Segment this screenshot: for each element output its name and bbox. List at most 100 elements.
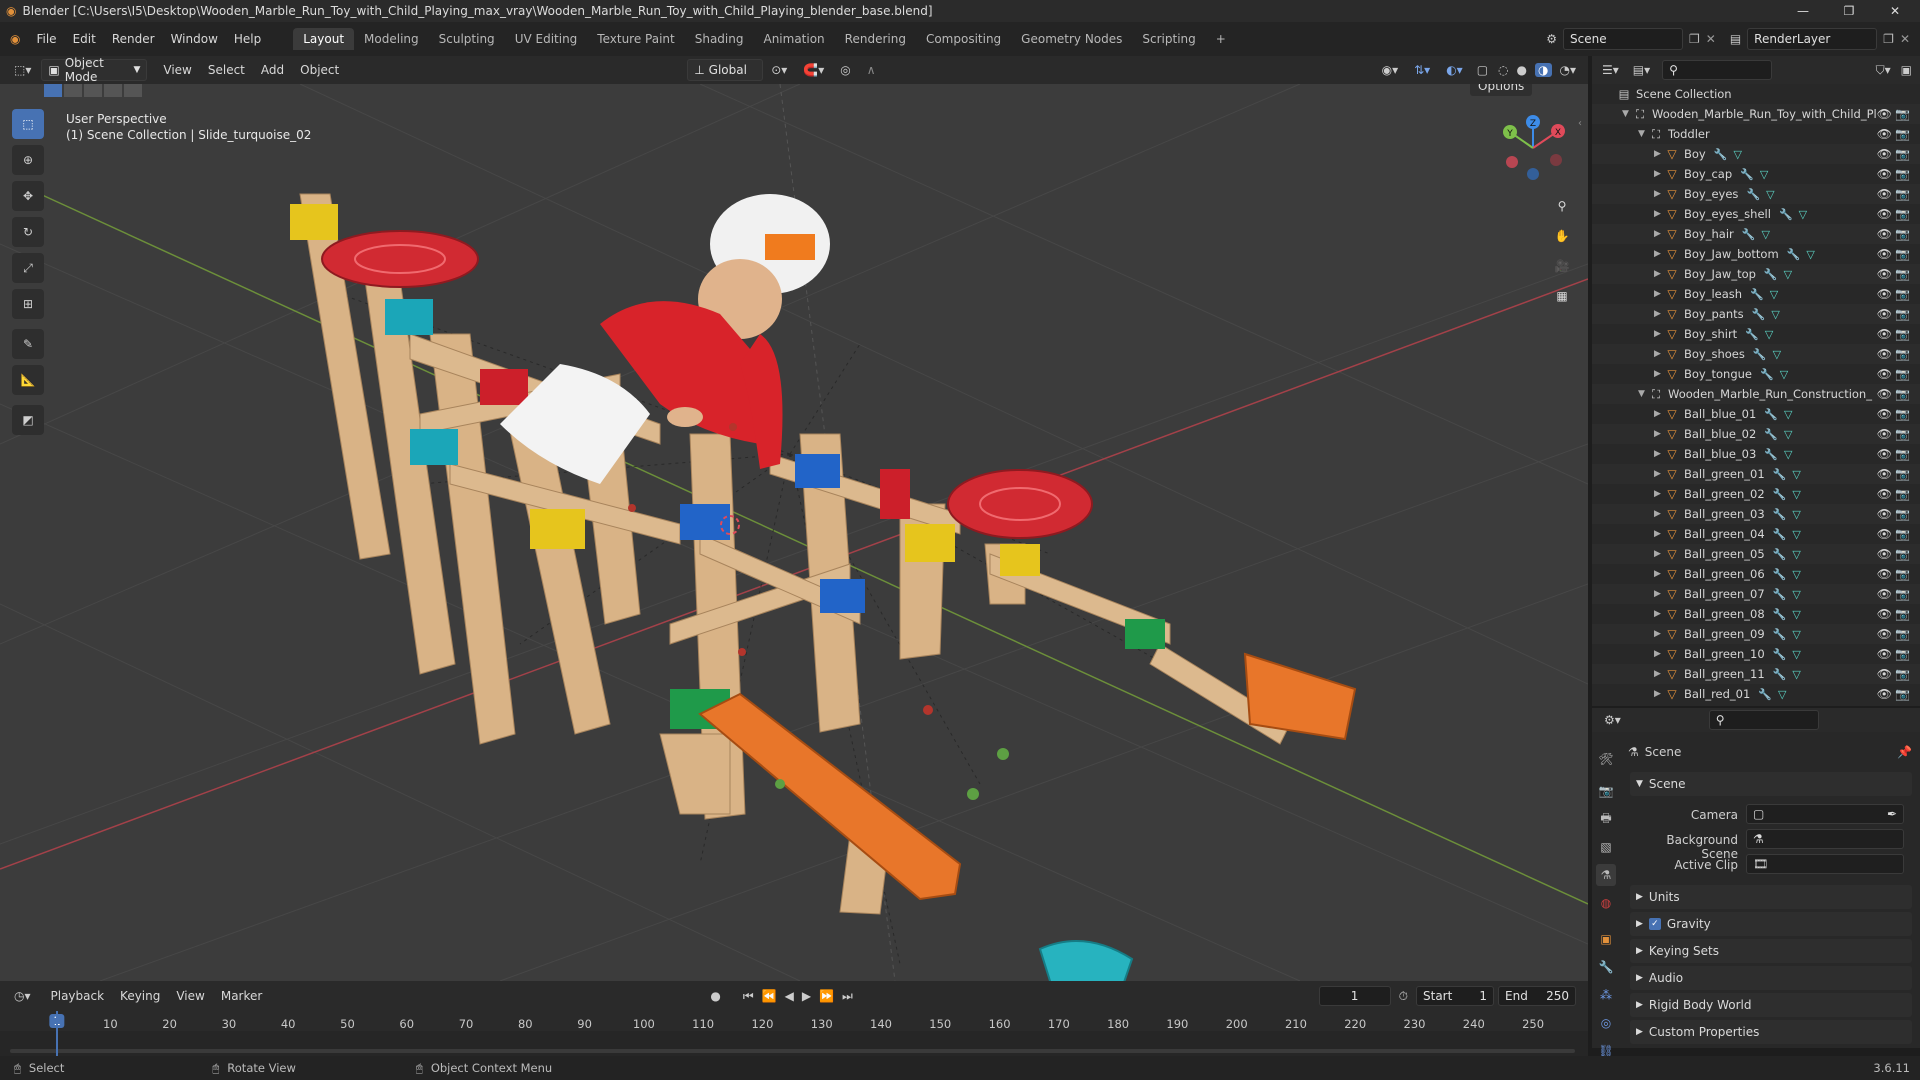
outliner-object-row[interactable]: ▶ ▽ Ball_green_09 🔧 ▽ 👁 📷 xyxy=(1592,624,1920,644)
menu-window[interactable]: Window xyxy=(163,29,226,49)
mesh-data-icon[interactable]: ▽ xyxy=(1792,568,1800,581)
outliner-object-row[interactable]: ▶ ▽ Ball_green_07 🔧 ▽ 👁 📷 xyxy=(1592,584,1920,604)
next-keyframe-icon[interactable]: ⏩ xyxy=(819,989,834,1003)
expand-right-icon[interactable]: ▶ xyxy=(1654,589,1664,599)
menu-file[interactable]: File xyxy=(28,29,64,49)
render-camera-icon[interactable]: 📷 xyxy=(1895,627,1910,641)
outliner-object-row[interactable]: ▶ ▽ Boy_shirt 🔧 ▽ 👁 📷 xyxy=(1592,324,1920,344)
mesh-data-icon[interactable]: ▽ xyxy=(1792,648,1800,661)
stopwatch-icon[interactable]: ⏱ xyxy=(1399,989,1408,1004)
select-intersect-icon[interactable] xyxy=(124,84,142,97)
visibility-eye-icon[interactable]: 👁 xyxy=(1877,247,1892,261)
modifier-wrench-icon[interactable]: 🔧 xyxy=(1764,428,1778,441)
material-shading-icon[interactable]: ◑ xyxy=(1535,63,1552,77)
render-camera-icon[interactable]: 📷 xyxy=(1895,587,1910,601)
rotate-tool[interactable]: ↻ xyxy=(12,217,44,247)
delete-layer-icon[interactable]: ✕ xyxy=(1900,32,1910,46)
keying-sets-section[interactable]: ▶ Keying Sets xyxy=(1630,939,1912,963)
new-scene-icon[interactable]: ❐ xyxy=(1689,32,1700,46)
mesh-data-icon[interactable]: ▽ xyxy=(1771,308,1779,321)
modifier-wrench-icon[interactable]: 🔧 xyxy=(1773,628,1787,641)
expand-right-icon[interactable]: ▶ xyxy=(1654,509,1664,519)
mesh-data-icon[interactable]: ▽ xyxy=(1778,688,1786,701)
pan-hand-icon[interactable]: ✋ xyxy=(1548,222,1576,250)
expand-right-icon[interactable]: ▶ xyxy=(1654,649,1664,659)
outliner-object-row[interactable]: ▶ ▽ Boy 🔧 ▽ 👁 📷 xyxy=(1592,144,1920,164)
visibility-eye-icon[interactable]: 👁 xyxy=(1877,627,1892,641)
modifier-wrench-icon[interactable]: 🔧 xyxy=(1773,488,1787,501)
visibility-eye-icon[interactable]: 👁 xyxy=(1877,407,1892,421)
gravity-checkbox[interactable]: ✓ xyxy=(1648,918,1661,930)
expand-right-icon[interactable]: ▶ xyxy=(1654,569,1664,579)
timeline-editor-icon[interactable]: ◷▾ xyxy=(14,989,31,1003)
camera-view-icon[interactable]: 🎥 xyxy=(1548,252,1576,280)
active-clip-field[interactable]: 🎞 xyxy=(1746,854,1904,874)
expand-down-icon[interactable]: ▼ xyxy=(1638,129,1648,139)
vp-menu-object[interactable]: Object xyxy=(292,60,347,80)
snap-icon[interactable]: 🧲▾ xyxy=(803,63,824,77)
add-cube-tool[interactable]: ◩ xyxy=(12,405,44,435)
render-layer-icon[interactable]: ▤ xyxy=(1730,32,1741,46)
render-camera-icon[interactable]: 📷 xyxy=(1895,127,1910,141)
render-camera-icon[interactable]: 📷 xyxy=(1895,147,1910,161)
expand-down-icon[interactable]: ▼ xyxy=(1622,109,1632,119)
minimize-button[interactable]: — xyxy=(1780,0,1826,22)
render-camera-icon[interactable]: 📷 xyxy=(1895,267,1910,281)
outliner-object-row[interactable]: ▶ ▽ Boy_cap 🔧 ▽ 👁 📷 xyxy=(1592,164,1920,184)
expand-right-icon[interactable]: ▶ xyxy=(1654,309,1664,319)
xray-icon[interactable]: ▢ xyxy=(1477,63,1488,77)
visibility-eye-icon[interactable]: 👁 xyxy=(1877,667,1892,681)
frame-ruler[interactable]: 1102030405060708090100110120130140150160… xyxy=(0,1011,1588,1031)
modifier-wrench-icon[interactable]: 🔧 xyxy=(1745,328,1759,341)
modifier-wrench-icon[interactable]: 🔧 xyxy=(1773,468,1787,481)
outliner-collection-row[interactable]: ▼ ⛶ Toddler 👁 📷 xyxy=(1592,124,1920,144)
audio-section[interactable]: ▶ Audio xyxy=(1630,966,1912,990)
visibility-eye-icon[interactable]: 👁 xyxy=(1877,687,1892,701)
expand-right-icon[interactable]: ▶ xyxy=(1654,349,1664,359)
mesh-data-icon[interactable]: ▽ xyxy=(1784,268,1792,281)
modifier-wrench-icon[interactable]: 🔧 xyxy=(1773,508,1787,521)
mesh-data-icon[interactable]: ▽ xyxy=(1792,528,1800,541)
modifier-wrench-icon[interactable]: 🔧 xyxy=(1773,668,1787,681)
render-camera-icon[interactable]: 📷 xyxy=(1895,207,1910,221)
render-camera-icon[interactable]: 📷 xyxy=(1895,427,1910,441)
outliner-object-row[interactable]: ▶ ▽ Ball_green_04 🔧 ▽ 👁 📷 xyxy=(1592,524,1920,544)
expand-right-icon[interactable]: ▶ xyxy=(1654,609,1664,619)
visibility-eye-icon[interactable]: 👁 xyxy=(1877,527,1892,541)
render-camera-icon[interactable]: 📷 xyxy=(1895,407,1910,421)
tab-shading[interactable]: Shading xyxy=(685,28,754,50)
jump-end-icon[interactable]: ⏭ xyxy=(842,989,853,1004)
menu-edit[interactable]: Edit xyxy=(65,29,104,49)
rigid-body-world-section[interactable]: ▶ Rigid Body World xyxy=(1630,993,1912,1017)
timeline-menu-playback[interactable]: Playback xyxy=(43,986,113,1006)
scene-panel-header[interactable]: ▼ Scene xyxy=(1630,772,1912,796)
new-collection-icon[interactable]: ▣ xyxy=(1901,63,1912,77)
display-mode-icon[interactable]: ▤▾ xyxy=(1633,63,1650,77)
modifier-wrench-icon[interactable]: 🔧 xyxy=(1742,228,1756,241)
outliner-object-row[interactable]: ▶ ▽ Ball_red_01 🔧 ▽ 👁 📷 xyxy=(1592,684,1920,704)
modifier-wrench-icon[interactable]: 🔧 xyxy=(1773,588,1787,601)
sidebar-toggle-icon[interactable]: ‹ xyxy=(1578,118,1582,129)
eyedropper-icon[interactable]: ✒ xyxy=(1887,807,1897,821)
render-camera-icon[interactable]: 📷 xyxy=(1895,347,1910,361)
visibility-eye-icon[interactable]: 👁 xyxy=(1877,287,1892,301)
outliner-object-row[interactable]: ▶ ▽ Boy_eyes 🔧 ▽ 👁 📷 xyxy=(1592,184,1920,204)
tab-compositing[interactable]: Compositing xyxy=(916,28,1011,50)
visibility-eye-icon[interactable]: 👁 xyxy=(1877,127,1892,141)
current-frame-field[interactable]: 1 xyxy=(1318,986,1391,1006)
expand-right-icon[interactable]: ▶ xyxy=(1654,369,1664,379)
vp-menu-add[interactable]: Add xyxy=(253,60,292,80)
scene-tab-icon[interactable]: ⚗ xyxy=(1596,864,1616,886)
scene-icon[interactable]: ⚙ xyxy=(1546,32,1557,46)
mesh-data-icon[interactable]: ▽ xyxy=(1733,148,1741,161)
mesh-data-icon[interactable]: ▽ xyxy=(1792,628,1800,641)
overlay-toggle-icon[interactable]: ◐▾ xyxy=(1446,63,1463,77)
visibility-eye-icon[interactable]: 👁 xyxy=(1877,507,1892,521)
units-section[interactable]: ▶ Units xyxy=(1630,885,1912,909)
select-extend-icon[interactable] xyxy=(64,84,82,97)
visibility-eye-icon[interactable]: 👁 xyxy=(1877,427,1892,441)
visibility-eye-icon[interactable]: 👁 xyxy=(1877,367,1892,381)
expand-right-icon[interactable]: ▶ xyxy=(1654,189,1664,199)
modifier-wrench-icon[interactable]: 🔧 xyxy=(1752,308,1766,321)
maximize-button[interactable]: ❐ xyxy=(1826,0,1872,22)
